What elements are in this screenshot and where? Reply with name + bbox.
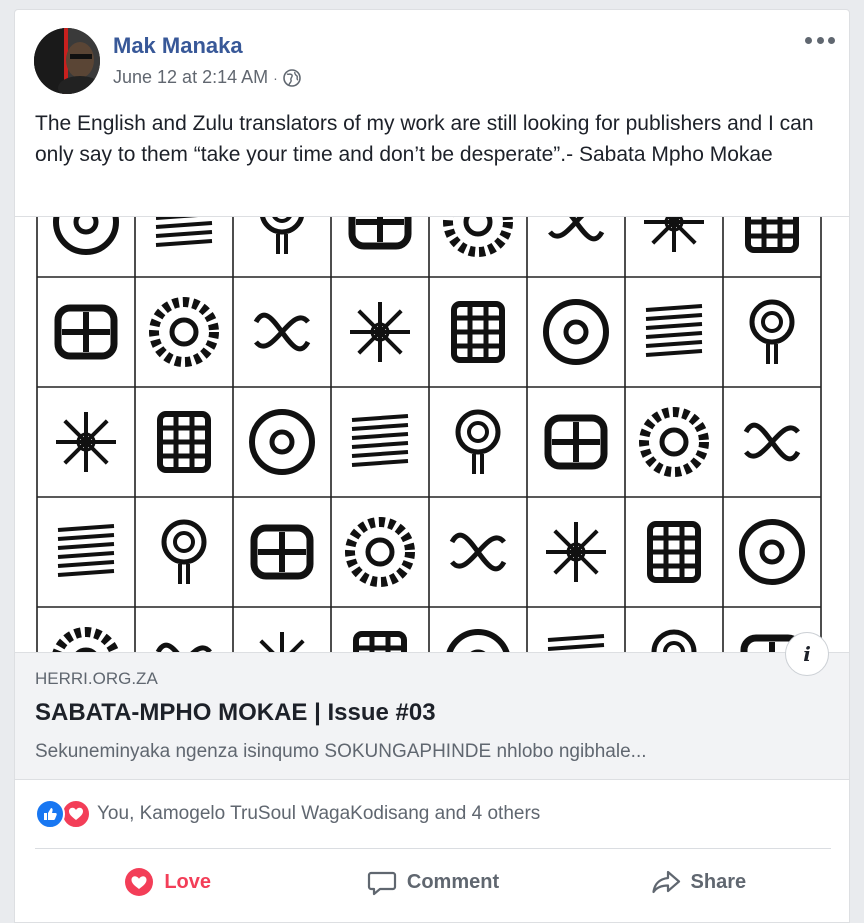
petroglyph-symbol bbox=[543, 299, 609, 365]
petroglyph-symbol bbox=[249, 409, 315, 475]
petroglyph-symbol bbox=[52, 627, 120, 652]
petroglyph-symbol bbox=[53, 217, 119, 255]
reactions-summary[interactable]: You, Kamogelo TruSoul WagaKodisang and 4… bbox=[35, 798, 540, 830]
dot-icon bbox=[805, 36, 812, 44]
dot-icon bbox=[816, 36, 824, 44]
petroglyph-symbol bbox=[547, 634, 605, 651]
petroglyph-symbol bbox=[647, 521, 701, 583]
petroglyph-symbol bbox=[455, 409, 501, 474]
petroglyph-symbol bbox=[155, 642, 212, 652]
author-name[interactable]: Mak Manaka bbox=[113, 33, 243, 59]
petroglyph-symbol bbox=[451, 301, 505, 363]
post-meta: June 12 at 2:14 AM · bbox=[113, 67, 301, 88]
action-bar: Love Comment Share bbox=[35, 850, 831, 914]
petroglyph-symbol bbox=[443, 217, 513, 257]
love-icon bbox=[61, 799, 91, 829]
petroglyph-symbol bbox=[157, 411, 211, 473]
petroglyph-symbol bbox=[651, 629, 697, 652]
link-title: SABATA-MPHO MOKAE | Issue #03 bbox=[35, 699, 436, 726]
petroglyph-symbol bbox=[743, 422, 801, 462]
like-icon bbox=[35, 799, 65, 829]
petroglyph-symbol bbox=[745, 217, 799, 253]
meta-separator: · bbox=[273, 69, 278, 86]
petroglyph-symbol bbox=[149, 297, 219, 367]
avatar[interactable] bbox=[34, 28, 100, 94]
petroglyph-symbol bbox=[250, 524, 314, 580]
petroglyph-symbol bbox=[54, 304, 118, 360]
petroglyph-symbol bbox=[155, 217, 213, 247]
love-label: Love bbox=[164, 870, 211, 893]
link-description: Sekuneminyaka ngenza isinqumo SOKUNGAPHI… bbox=[35, 741, 647, 762]
petroglyph-grid-image bbox=[36, 217, 822, 652]
post-text: The English and Zulu translators of my w… bbox=[35, 112, 814, 166]
petroglyph-symbol bbox=[644, 217, 704, 252]
comment-button[interactable]: Comment bbox=[300, 850, 565, 914]
globe-icon[interactable] bbox=[282, 68, 301, 87]
post-timestamp[interactable]: June 12 at 2:14 AM bbox=[113, 67, 268, 88]
petroglyph-symbol bbox=[544, 414, 608, 470]
petroglyph-symbol bbox=[639, 407, 709, 477]
share-icon bbox=[651, 870, 680, 894]
petroglyph-symbol bbox=[345, 517, 415, 587]
dot-icon bbox=[828, 36, 835, 44]
petroglyph-symbol bbox=[546, 522, 606, 582]
petroglyph-symbol bbox=[446, 629, 510, 652]
love-icon bbox=[125, 868, 154, 896]
petroglyph-symbol bbox=[350, 302, 410, 362]
petroglyph-symbol bbox=[739, 519, 805, 585]
petroglyph-symbol bbox=[259, 632, 305, 652]
petroglyph-symbol bbox=[253, 312, 311, 352]
share-label: Share bbox=[690, 870, 747, 893]
petroglyph-symbol bbox=[351, 414, 409, 467]
share-button[interactable]: Share bbox=[566, 850, 831, 914]
link-domain: HERRI.ORG.ZA bbox=[35, 669, 158, 688]
petroglyph-symbol bbox=[260, 217, 304, 254]
comment-label: Comment bbox=[406, 870, 500, 893]
petroglyph-symbol bbox=[353, 631, 407, 652]
petroglyph-symbol bbox=[348, 217, 412, 250]
reactions-text[interactable]: You, Kamogelo TruSoul WagaKodisang and 4… bbox=[97, 803, 540, 825]
info-icon[interactable]: i bbox=[785, 632, 829, 676]
petroglyph-symbol bbox=[749, 299, 795, 364]
more-options-icon[interactable] bbox=[805, 30, 835, 50]
reaction-icons bbox=[35, 799, 91, 829]
petroglyph-symbol bbox=[449, 532, 507, 572]
link-preview[interactable]: HERRI.ORG.ZA SABATA-MPHO MOKAE | Issue #… bbox=[15, 652, 849, 780]
avatar-image bbox=[34, 28, 100, 94]
post-card: Mak Manaka June 12 at 2:14 AM · The Engl… bbox=[14, 9, 850, 923]
link-preview-image[interactable] bbox=[15, 216, 849, 652]
petroglyph-symbol bbox=[57, 524, 115, 577]
love-button[interactable]: Love bbox=[35, 850, 300, 914]
petroglyph-symbol bbox=[56, 412, 116, 472]
comment-icon bbox=[367, 871, 396, 896]
petroglyph-symbol bbox=[161, 519, 207, 584]
post-header: Mak Manaka June 12 at 2:14 AM · bbox=[15, 10, 849, 100]
petroglyph-symbol bbox=[548, 217, 605, 242]
petroglyph-symbol bbox=[645, 304, 703, 357]
divider bbox=[35, 848, 831, 849]
